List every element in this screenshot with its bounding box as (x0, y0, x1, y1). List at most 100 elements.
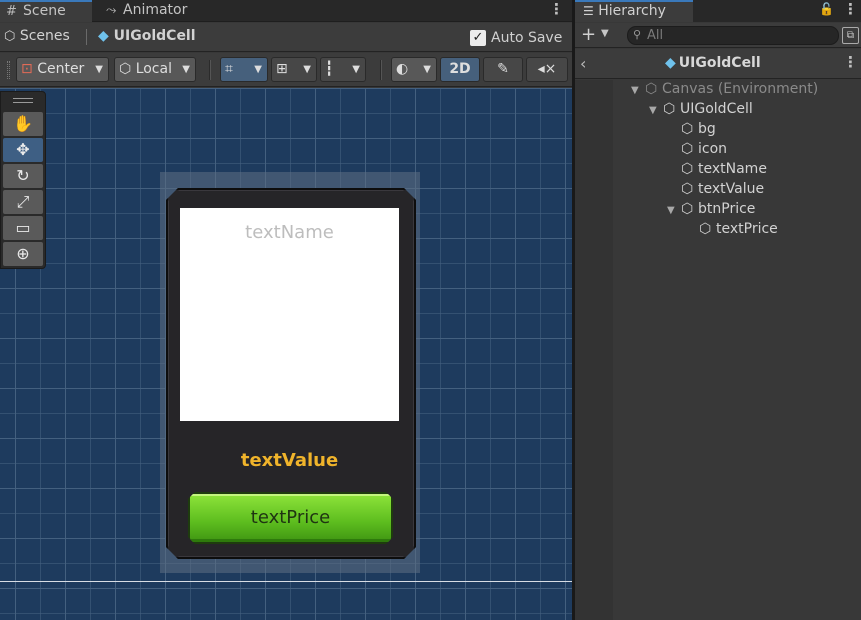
breadcrumb-scenes[interactable]: ⬡ Scenes (4, 28, 70, 44)
tab-animator-label: Animator (123, 2, 188, 18)
scene-panel: # Scene ⤳ Animator ⋮ ⬡ Scenes ◆ UIGoldCell… (0, 0, 572, 620)
audio-mute-icon: ◂× (537, 61, 557, 77)
prefab-mode-header: ‹ ◆ UIGoldCell ⋮ (575, 49, 861, 79)
toggle-2d-button[interactable]: 2D (440, 57, 480, 82)
hierarchy-tabbar: ☰ Hierarchy 🔓 ⋮ (575, 0, 861, 22)
prefab-header-title: ◆ UIGoldCell (665, 55, 761, 71)
tab-scene[interactable]: # Scene (0, 0, 92, 22)
pivot-dropdown[interactable]: ⊡ Center ▼ (16, 57, 109, 82)
tree-item-label: btnPrice (698, 201, 756, 217)
chevron-down-icon: ▼ (95, 64, 103, 75)
hierarchy-tree: ▼ ⬡ Canvas (Environment) ▼ ⬡ UIGoldCell ⬡ bg … (575, 80, 861, 620)
chevron-down-icon[interactable]: ▼ (601, 28, 609, 39)
move-tool-icon[interactable]: ✥ (3, 138, 43, 162)
tree-item-label: bg (698, 121, 716, 137)
prefab-cube-icon: ◆ (665, 55, 676, 71)
tree-item-textvalue[interactable]: ⬡ textValue (681, 180, 764, 200)
lock-icon[interactable]: 🔓 (819, 2, 834, 18)
tree-item-canvas[interactable]: ▼ ⬡ Canvas (Environment) (631, 80, 818, 100)
scene-menu-icon[interactable]: ⋮ (549, 1, 564, 19)
chevron-down-icon: ▼ (352, 64, 360, 75)
space-label: Local (135, 61, 172, 77)
grid-snap-icon: ⌗ (225, 61, 233, 77)
cell-text-name[interactable]: textName (180, 222, 399, 243)
ruler-snap-button[interactable]: ┇ ▼ (320, 57, 366, 82)
hierarchy-toolbar: + ▼ ⚲ ⧉ (575, 23, 861, 48)
gameobject-cube-icon: ⬡ (663, 101, 676, 117)
draw-mode-dropdown[interactable]: ◐ ▼ (391, 57, 437, 82)
expand-arrow-icon[interactable]: ▼ (631, 81, 645, 100)
space-dropdown[interactable]: ⬡ Local ▼ (114, 57, 196, 82)
breadcrumb: ⬡ Scenes ◆ UIGoldCell ✓ Auto Save (0, 23, 572, 52)
toggle-2d-label: 2D (449, 61, 471, 77)
tree-item-label: textName (698, 161, 767, 177)
gameobject-cube-icon: ⬡ (681, 141, 694, 157)
transform-tools-overlay: ✋ ✥ ↻ ⤢ ▭ ⊕ (0, 91, 46, 269)
shading-sphere-icon: ◐ (396, 61, 409, 77)
hierarchy-search-input[interactable] (647, 28, 832, 43)
scene-viewport[interactable]: ✋ ✥ ↻ ⤢ ▭ ⊕ textName textValue textPrice (0, 88, 572, 620)
toolbar-separator (209, 60, 211, 80)
rect-tool-icon[interactable]: ▭ (3, 216, 43, 240)
overlay-drag-handle[interactable] (13, 98, 33, 103)
scale-tool-icon[interactable]: ⤢ (3, 190, 43, 214)
tree-item-textprice[interactable]: ⬡ textPrice (699, 220, 778, 240)
scene-filter-icon[interactable]: ⧉ (842, 27, 859, 44)
transform-tool-icon[interactable]: ⊕ (3, 242, 43, 266)
gameobject-cube-icon: ⬡ (681, 181, 694, 197)
chevron-down-icon: ▼ (303, 64, 311, 75)
back-icon[interactable]: ‹ (580, 54, 586, 73)
ruler-icon: ┇ (325, 61, 334, 77)
tree-item-btnprice[interactable]: ▼ ⬡ btnPrice (667, 200, 755, 220)
tree-item-textname[interactable]: ⬡ textName (681, 160, 767, 180)
tree-item-label: UIGoldCell (680, 101, 753, 117)
tab-hierarchy-label: Hierarchy (598, 3, 666, 19)
tab-animator[interactable]: ⤳ Animator (100, 0, 210, 22)
breadcrumb-prefab[interactable]: ◆ UIGoldCell (98, 28, 196, 44)
grid-snap-button[interactable]: ⌗ ▼ (220, 57, 268, 82)
prefab-header-menu-icon[interactable]: ⋮ (843, 54, 858, 72)
list-icon: ☰ (583, 4, 594, 18)
cell-text-value[interactable]: textValue (180, 450, 399, 471)
tab-hierarchy[interactable]: ☰ Hierarchy (575, 0, 693, 22)
chevron-down-icon: ▼ (254, 64, 262, 75)
tree-item-label: icon (698, 141, 728, 157)
breadcrumb-scenes-label: Scenes (19, 28, 70, 44)
gameobject-cube-icon: ⬡ (699, 221, 712, 237)
expand-arrow-icon[interactable]: ▼ (649, 101, 663, 120)
lighting-toggle-button[interactable]: ✎ (483, 57, 523, 82)
tab-scene-label: Scene (23, 3, 66, 19)
auto-save-label: Auto Save (491, 30, 563, 46)
scene-toolbar: ⊡ Center ▼ ⬡ Local ▼ ⌗ ▼ ⊞ ▼ ┇ ▼ ◐ ▼ 2D (0, 53, 572, 87)
tree-item-label: Canvas (Environment) (662, 81, 819, 97)
local-cube-icon: ⬡ (119, 61, 132, 77)
add-icon[interactable]: + (581, 25, 596, 45)
toolbar-separator (380, 60, 382, 80)
chevron-down-icon: ▼ (423, 64, 431, 75)
tree-item-icon[interactable]: ⬡ icon (681, 140, 727, 160)
chevron-down-icon: ▼ (182, 64, 190, 75)
increment-snap-button[interactable]: ⊞ ▼ (271, 57, 317, 82)
scene-horizon-line (0, 581, 572, 582)
hand-tool-icon[interactable]: ✋ (3, 112, 43, 136)
price-button-label[interactable]: textPrice (188, 507, 393, 528)
toolbar-grip[interactable] (7, 61, 10, 79)
gameobject-cube-icon: ⬡ (681, 201, 694, 217)
pivot-label: Center (37, 61, 85, 77)
unity-logo-icon: ⬡ (4, 29, 16, 44)
tree-gutter (575, 80, 613, 620)
expand-arrow-icon[interactable]: ▼ (667, 201, 681, 220)
audio-toggle-button[interactable]: ◂× (526, 57, 568, 82)
auto-save-checkbox[interactable]: ✓ (470, 30, 486, 46)
rotate-tool-icon[interactable]: ↻ (3, 164, 43, 188)
magnet-grid-icon: ⊞ (276, 61, 288, 77)
gameobject-cube-icon: ⬡ (681, 161, 694, 177)
search-icon: ⚲ (633, 28, 642, 41)
breadcrumb-separator (86, 29, 87, 45)
breadcrumb-prefab-label: UIGoldCell (113, 28, 196, 44)
animator-icon: ⤳ (106, 3, 117, 18)
tree-item-uigoldcell[interactable]: ▼ ⬡ UIGoldCell (649, 100, 753, 120)
scene-tabbar: # Scene ⤳ Animator ⋮ (0, 0, 572, 22)
hierarchy-menu-icon[interactable]: ⋮ (843, 1, 858, 19)
tree-item-bg[interactable]: ⬡ bg (681, 120, 716, 140)
